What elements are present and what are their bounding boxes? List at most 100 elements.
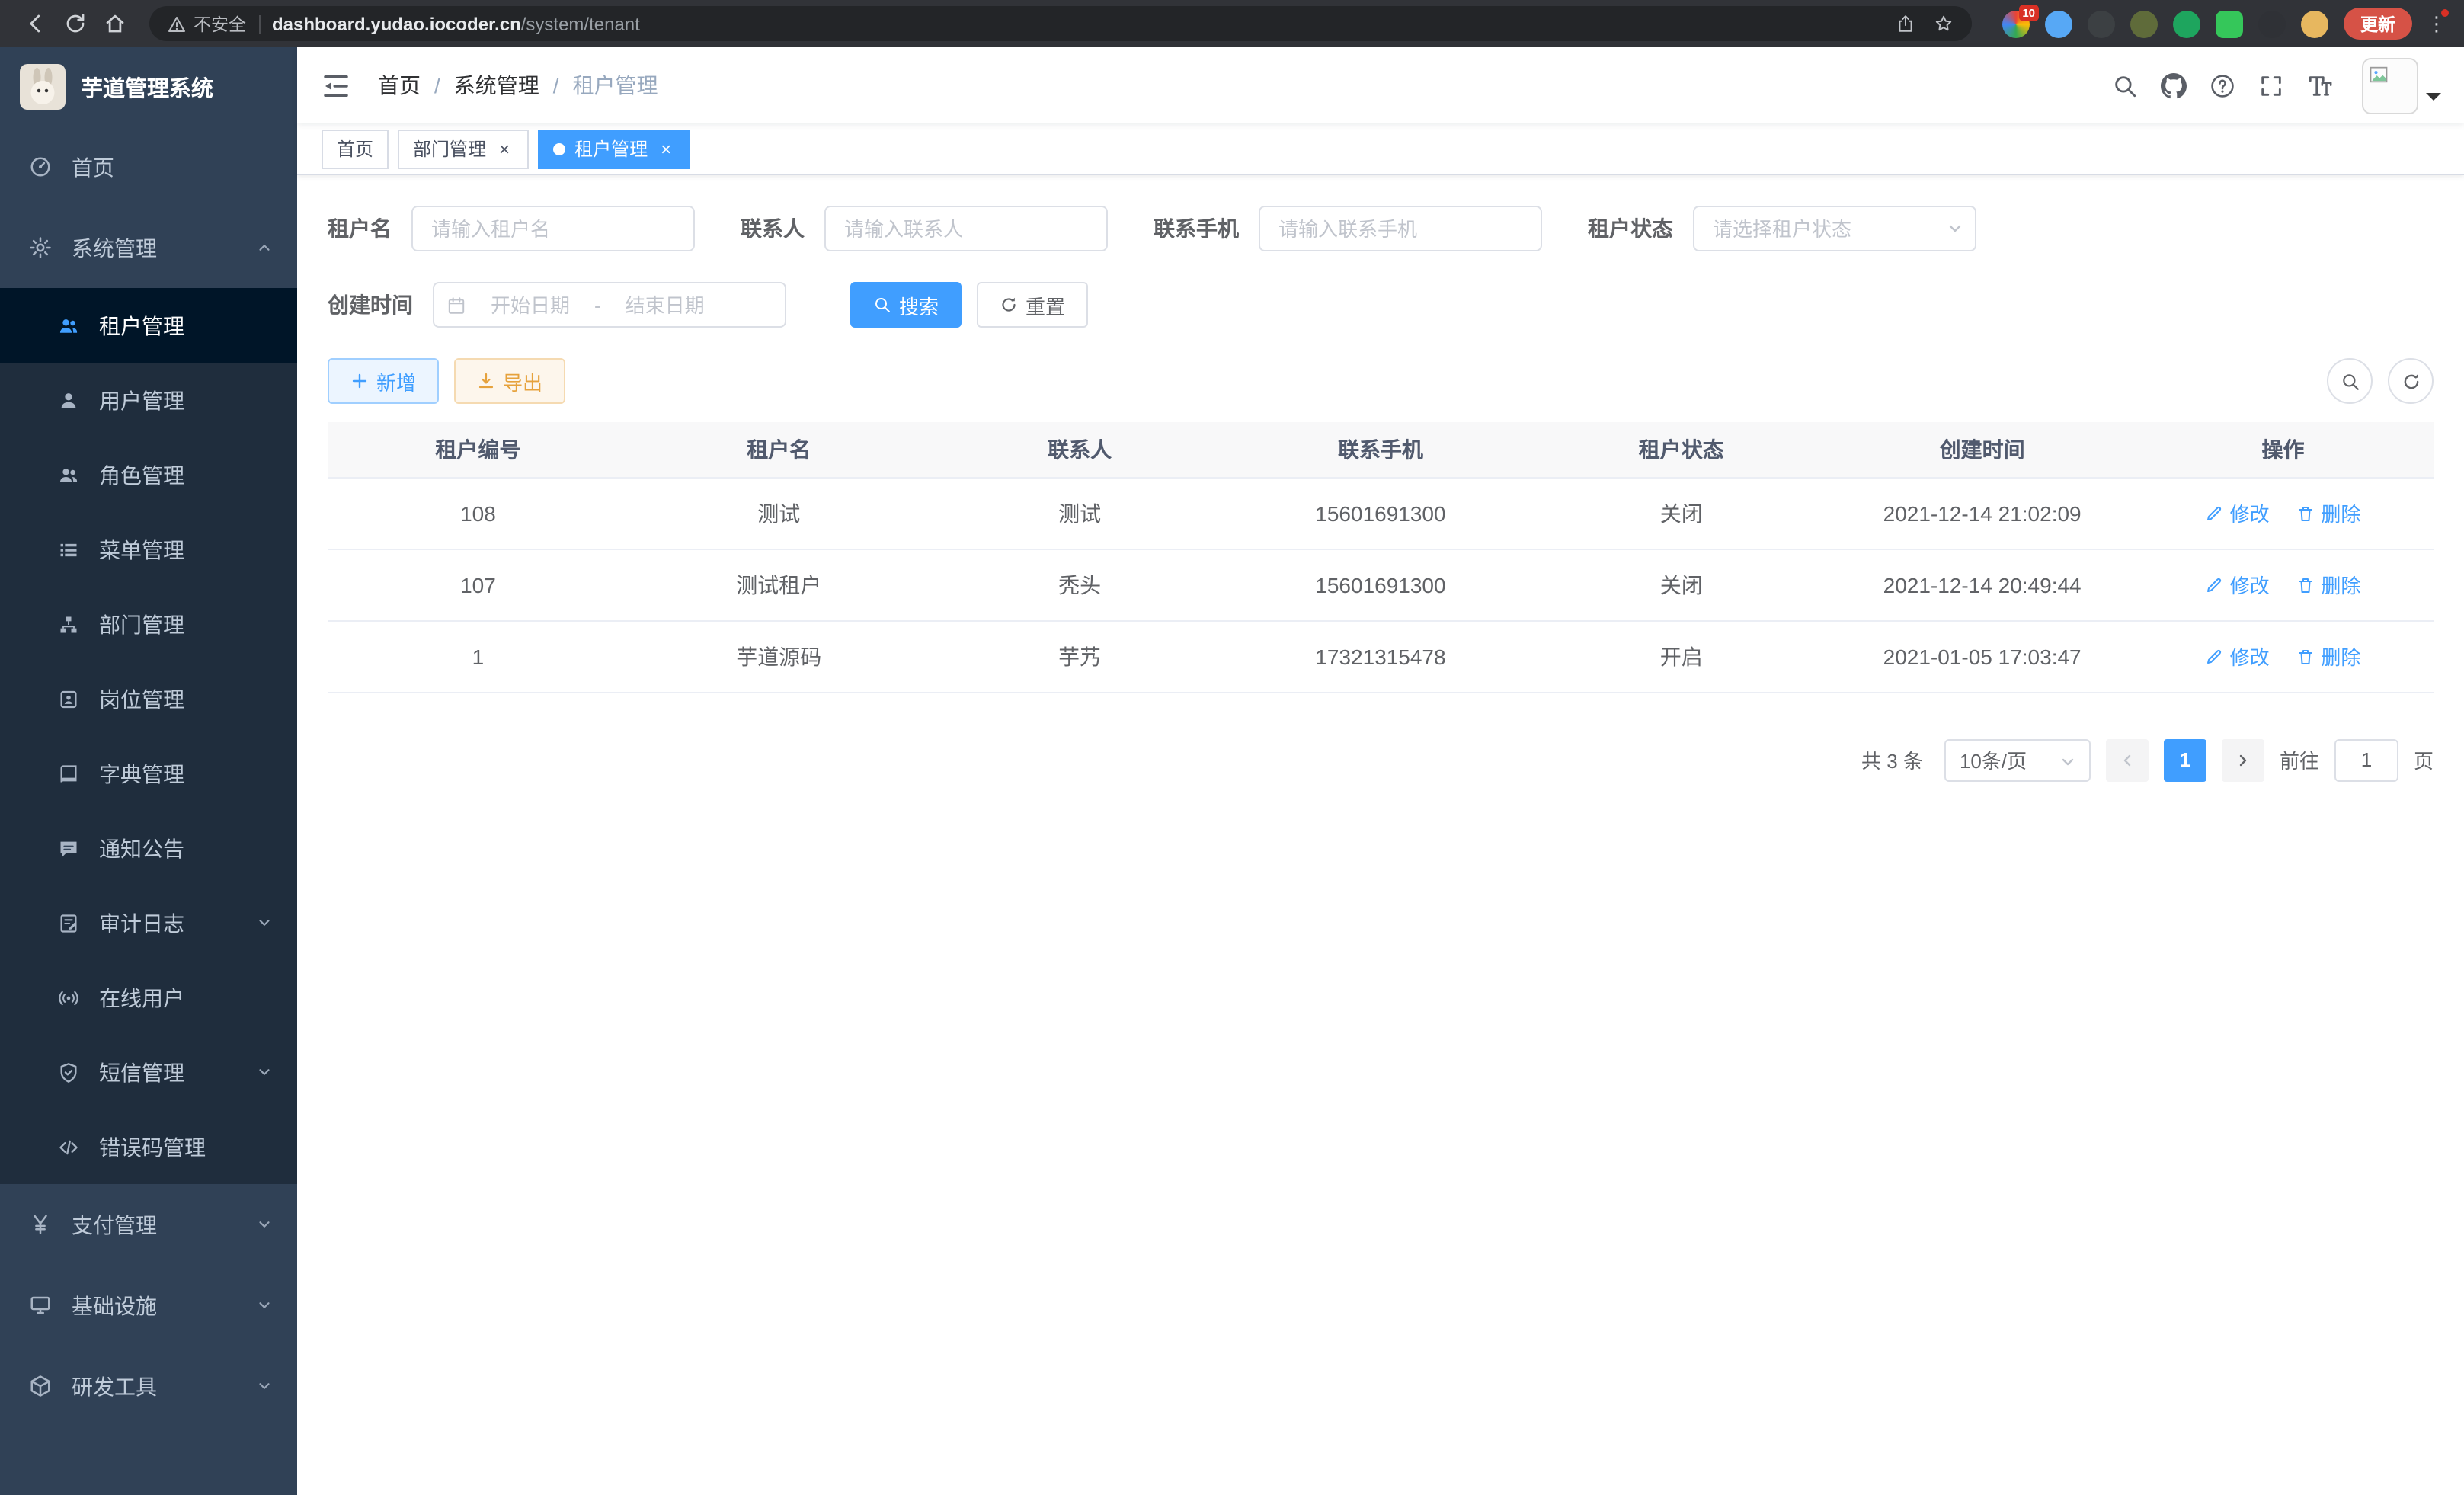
extension-icon-3[interactable] — [2088, 10, 2115, 37]
breadcrumb-home[interactable]: 首页 — [378, 70, 421, 101]
chevron-up-icon — [256, 239, 273, 256]
refresh-table-button[interactable] — [2388, 358, 2434, 404]
edit-button[interactable]: 修改 — [2206, 570, 2270, 599]
sidebar-item-home[interactable]: 首页 — [0, 126, 297, 207]
sidebar-item-post[interactable]: 岗位管理 — [0, 661, 297, 736]
dashboard-icon — [29, 155, 52, 178]
tenant-name-input[interactable] — [411, 206, 695, 251]
share-icon[interactable] — [1896, 14, 1915, 34]
contact-phone-input[interactable] — [1259, 206, 1542, 251]
sidebar-item-sms[interactable]: 短信管理 — [0, 1035, 297, 1109]
sidebar-item-label: 部门管理 — [99, 609, 184, 639]
caret-down-icon — [2426, 92, 2441, 107]
security-status[interactable]: 不安全 — [168, 11, 246, 36]
sidebar-item-online-user[interactable]: 在线用户 — [0, 960, 297, 1035]
browser-profile-avatar[interactable] — [2301, 10, 2328, 37]
tab-dept[interactable]: 部门管理× — [398, 129, 529, 168]
end-date-input[interactable] — [604, 293, 726, 316]
sidebar-item-label: 字典管理 — [99, 758, 184, 789]
font-size-icon — [2307, 72, 2333, 98]
contact-name-input[interactable] — [824, 206, 1108, 251]
sidebar-item-dept[interactable]: 部门管理 — [0, 587, 297, 661]
address-bar[interactable]: 不安全 dashboard.yudao.iocoder.cn/system/te… — [149, 6, 1972, 41]
sidebar-item-label: 角色管理 — [99, 459, 184, 490]
extension-icon-7[interactable] — [2258, 10, 2286, 37]
edit-button[interactable]: 修改 — [2206, 642, 2270, 671]
browser-home-button[interactable] — [94, 5, 134, 42]
breadcrumb-system[interactable]: 系统管理 — [454, 70, 539, 101]
fullscreen-button[interactable] — [2258, 72, 2284, 98]
refresh-icon — [1000, 296, 1018, 314]
browser-reload-button[interactable] — [55, 5, 94, 42]
browser-back-button[interactable] — [15, 5, 55, 42]
sidebar-item-payment[interactable]: 支付管理 — [0, 1184, 297, 1265]
sidebar-item-tenant[interactable]: 租户管理 — [0, 288, 297, 363]
sidebar-item-audit-log[interactable]: 审计日志 — [0, 885, 297, 960]
close-icon[interactable]: × — [495, 139, 514, 158]
tenant-status-select-input[interactable] — [1693, 206, 1976, 251]
delete-button[interactable]: 删除 — [2296, 498, 2360, 527]
sidebar-item-notice[interactable]: 通知公告 — [0, 811, 297, 885]
sidebar-item-infrastructure[interactable]: 基础设施 — [0, 1265, 297, 1346]
sidebar-item-error-code[interactable]: 错误码管理 — [0, 1109, 297, 1184]
system-submenu: 租户管理 用户管理 角色管理 菜单管理 部门管理 — [0, 288, 297, 1184]
app-logo[interactable]: 芋道管理系统 — [0, 47, 297, 126]
user-avatar-menu[interactable] — [2362, 57, 2441, 114]
sidebar-item-label: 错误码管理 — [99, 1132, 206, 1162]
app-frame: 芋道管理系统 首页 系统管理 租户管理 用户管理 — [0, 47, 2464, 1495]
toggle-search-button[interactable] — [2327, 358, 2373, 404]
close-icon[interactable]: × — [657, 139, 675, 158]
start-date-input[interactable] — [469, 293, 591, 316]
sidebar-item-dev-tools[interactable]: 研发工具 — [0, 1346, 297, 1426]
bookmark-star-icon[interactable] — [1934, 14, 1954, 34]
sidebar-item-user[interactable]: 用户管理 — [0, 363, 297, 437]
extension-icon-2[interactable] — [2045, 10, 2072, 37]
goto-page-input[interactable] — [2334, 738, 2398, 781]
add-button[interactable]: 新增 — [328, 358, 439, 404]
extension-icon-1[interactable]: 10 — [2002, 10, 2030, 37]
cell-phone: 17321315478 — [1230, 620, 1531, 692]
edit-button[interactable]: 修改 — [2206, 498, 2270, 527]
search-button[interactable]: 搜索 — [850, 282, 962, 328]
message-icon — [58, 837, 79, 859]
list-icon — [58, 539, 79, 560]
delete-button[interactable]: 删除 — [2296, 642, 2360, 671]
header-search-button[interactable] — [2112, 72, 2138, 98]
page-size-select[interactable]: 10条/页 — [1944, 738, 2091, 781]
tab-home[interactable]: 首页 — [322, 129, 389, 168]
sidebar-item-system[interactable]: 系统管理 — [0, 207, 297, 288]
filter-label: 租户名 — [328, 213, 392, 244]
github-button[interactable] — [2161, 72, 2187, 98]
edit-icon — [2206, 647, 2224, 665]
sidebar-item-dict[interactable]: 字典管理 — [0, 736, 297, 811]
chevron-right-icon — [2234, 751, 2252, 769]
page-1-button[interactable]: 1 — [2164, 738, 2206, 781]
tab-tenant[interactable]: 租户管理 × — [538, 129, 690, 168]
help-button[interactable] — [2210, 72, 2235, 98]
cell-created-at: 2021-01-05 17:03:47 — [1832, 620, 2133, 692]
browser-update-button[interactable]: 更新 — [2344, 8, 2412, 40]
badge-icon — [58, 688, 79, 709]
font-size-button[interactable] — [2307, 72, 2333, 98]
update-notification-dot — [2441, 8, 2449, 16]
extension-icon-4[interactable] — [2130, 10, 2158, 37]
next-page-button[interactable] — [2222, 738, 2264, 781]
tenant-status-select[interactable] — [1693, 206, 1976, 251]
table-header-row: 租户编号 租户名 联系人 联系手机 租户状态 创建时间 操作 — [328, 422, 2434, 477]
collapse-menu-button[interactable] — [320, 69, 352, 101]
prev-page-button[interactable] — [2106, 738, 2149, 781]
col-phone: 联系手机 — [1230, 422, 1531, 477]
delete-button[interactable]: 删除 — [2296, 570, 2360, 599]
cell-tenant-id: 1 — [328, 620, 629, 692]
sidebar-item-menu[interactable]: 菜单管理 — [0, 512, 297, 587]
sidebar-item-role[interactable]: 角色管理 — [0, 437, 297, 512]
browser-menu-button[interactable]: ⋮ — [2424, 11, 2449, 36]
total-count-text: 共 3 条 — [1861, 745, 1923, 774]
reset-button[interactable]: 重置 — [977, 282, 1088, 328]
export-button[interactable]: 导出 — [454, 358, 565, 404]
tab-label: 租户管理 — [574, 136, 648, 162]
extension-icon-6[interactable] — [2216, 10, 2243, 37]
create-time-range-picker[interactable]: - — [433, 282, 786, 328]
extension-icon-5[interactable] — [2173, 10, 2200, 37]
filter-create-time: 创建时间 - — [328, 282, 786, 328]
